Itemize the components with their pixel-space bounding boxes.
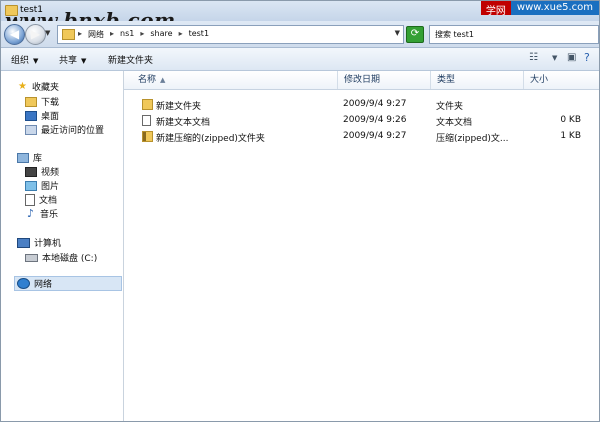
file-date: 2009/9/4 9:26 bbox=[343, 115, 407, 125]
network-icon bbox=[17, 278, 30, 289]
breadcrumb: ▸ 网络 ▸ ns1 ▸ share ▸ test1 bbox=[78, 29, 209, 40]
file-row[interactable]: 新建文本文档 2009/9/4 9:26 文本文档 0 KB bbox=[124, 113, 599, 128]
sort-ascending-icon: ▲ bbox=[160, 76, 166, 84]
file-name: 新建压缩的(zipped)文件夹 bbox=[156, 134, 265, 144]
nav-label: 下载 bbox=[41, 98, 60, 108]
nav-music[interactable]: ♪ 音乐 bbox=[25, 206, 59, 221]
share-button[interactable]: 共享 ▼ bbox=[59, 53, 86, 66]
new-folder-button[interactable]: 新建文件夹 bbox=[108, 53, 153, 66]
explorer-window: test1 www.bnxb.com 学网 www.xue5.com ◀ ▶ ▼… bbox=[0, 0, 600, 422]
downloads-folder-icon bbox=[25, 96, 37, 107]
help-icon[interactable]: ? bbox=[584, 51, 590, 65]
recent-pages-dropdown-icon[interactable]: ▼ bbox=[45, 29, 50, 37]
documents-icon bbox=[25, 193, 35, 206]
breadcrumb-separator: ▸ bbox=[78, 29, 83, 38]
file-date: 2009/9/4 9:27 bbox=[343, 131, 407, 141]
file-date: 2009/9/4 9:27 bbox=[343, 99, 407, 109]
nav-documents[interactable]: 文档 bbox=[25, 193, 57, 206]
file-size: 1 KB bbox=[560, 131, 581, 141]
column-header-type[interactable]: 类型 bbox=[431, 71, 524, 89]
nav-videos[interactable]: 视频 bbox=[25, 165, 59, 178]
share-label: 共享 bbox=[59, 56, 78, 66]
column-header-size[interactable]: 大小 bbox=[524, 71, 599, 89]
file-name: 新建文件夹 bbox=[156, 102, 202, 112]
command-bar: 组织 ▼ 共享 ▼ 新建文件夹 ☷ ▼ ▣ ? bbox=[1, 48, 599, 71]
file-type: 文件夹 bbox=[436, 102, 464, 112]
column-header-date[interactable]: 修改日期 bbox=[338, 71, 431, 89]
nav-label: 音乐 bbox=[40, 210, 59, 220]
nav-label: 桌面 bbox=[41, 112, 60, 122]
search-input[interactable]: 搜索 test1 bbox=[429, 25, 599, 44]
column-label: 名称 bbox=[138, 75, 157, 85]
file-type: 压缩(zipped)文... bbox=[436, 134, 509, 144]
disk-icon bbox=[25, 253, 38, 262]
file-size: 0 KB bbox=[560, 115, 581, 125]
nav-label: 本地磁盘 (C:) bbox=[42, 254, 98, 264]
watermark-right-b: www.xue5.com bbox=[510, 1, 599, 15]
nav-network[interactable]: 网络 bbox=[14, 276, 122, 291]
chevron-down-icon: ▼ bbox=[81, 57, 87, 65]
watermark-right-a: 学网 bbox=[480, 1, 511, 17]
chevron-down-icon: ▼ bbox=[33, 57, 39, 65]
breadcrumb-test1[interactable]: test1 bbox=[189, 29, 209, 40]
music-icon: ♪ bbox=[26, 206, 35, 220]
zip-folder-icon bbox=[142, 131, 153, 142]
nav-computer[interactable]: 计算机 bbox=[17, 236, 61, 249]
nav-label: 文档 bbox=[39, 196, 58, 206]
folder-icon bbox=[142, 99, 153, 110]
forward-button[interactable]: ▶ bbox=[25, 24, 46, 45]
preview-pane-icon[interactable]: ▣ bbox=[567, 52, 576, 66]
nav-downloads[interactable]: 下载 bbox=[25, 95, 59, 108]
watermark-right: 学网 www.xue5.com bbox=[480, 1, 599, 17]
breadcrumb-share[interactable]: share bbox=[150, 29, 172, 40]
title-bar: test1 www.bnxb.com 学网 www.xue5.com bbox=[1, 1, 599, 32]
star-icon: ★ bbox=[18, 80, 27, 92]
file-row[interactable]: 新建压缩的(zipped)文件夹 2009/9/4 9:27 压缩(zipped… bbox=[124, 129, 599, 144]
recent-places-icon bbox=[25, 124, 37, 135]
desktop-icon bbox=[25, 110, 37, 121]
nav-label: 计算机 bbox=[34, 239, 62, 249]
address-row: ◀ ▶ ▼ ▸ 网络 ▸ ns1 ▸ share ▸ test1 ▼ ⟳ 搜索 … bbox=[1, 21, 599, 48]
breadcrumb-ns1[interactable]: ns1 bbox=[120, 29, 134, 40]
nav-favorites[interactable]: ★ 收藏夹 bbox=[17, 80, 59, 93]
breadcrumb-separator[interactable]: ▸ bbox=[110, 29, 114, 40]
address-dropdown-icon[interactable]: ▼ bbox=[395, 29, 400, 37]
nav-desktop[interactable]: 桌面 bbox=[25, 109, 59, 122]
nav-label: 视频 bbox=[41, 168, 60, 178]
address-bar[interactable]: ▸ 网络 ▸ ns1 ▸ share ▸ test1 ▼ bbox=[57, 25, 404, 44]
file-row[interactable]: 新建文件夹 2009/9/4 9:27 文件夹 bbox=[124, 97, 599, 112]
videos-icon bbox=[25, 166, 37, 177]
breadcrumb-separator[interactable]: ▸ bbox=[179, 29, 183, 40]
nav-pictures[interactable]: 图片 bbox=[25, 179, 59, 192]
nav-label: 最近访问的位置 bbox=[41, 126, 105, 136]
search-text: 搜索 test1 bbox=[435, 30, 474, 39]
nav-label: 库 bbox=[33, 154, 43, 164]
column-header-row: 名称 ▲ 修改日期 类型 大小 bbox=[124, 71, 599, 90]
libraries-icon bbox=[17, 152, 29, 163]
navigation-pane: ★ 收藏夹 下载 桌面 最近访问的位置 库 视频 图片 文档 ♪ 音乐 计算机 … bbox=[1, 71, 124, 421]
refresh-button[interactable]: ⟳ bbox=[406, 26, 424, 43]
nav-label: 收藏夹 bbox=[32, 83, 60, 93]
pictures-icon bbox=[25, 180, 37, 191]
nav-libraries[interactable]: 库 bbox=[17, 151, 42, 164]
back-button[interactable]: ◀ bbox=[4, 24, 25, 45]
organize-button[interactable]: 组织 ▼ bbox=[11, 53, 38, 66]
chevron-down-icon[interactable]: ▼ bbox=[552, 54, 557, 68]
view-options-icon[interactable]: ☷ bbox=[529, 52, 538, 66]
file-name: 新建文本文档 bbox=[156, 118, 211, 128]
nav-recent-places[interactable]: 最近访问的位置 bbox=[25, 123, 104, 136]
breadcrumb-network[interactable]: 网络 bbox=[88, 29, 104, 40]
text-file-icon bbox=[142, 115, 151, 126]
computer-icon bbox=[17, 237, 30, 248]
column-header-name[interactable]: 名称 ▲ bbox=[124, 71, 338, 89]
organize-label: 组织 bbox=[11, 56, 30, 66]
file-type: 文本文档 bbox=[436, 118, 473, 128]
folder-icon bbox=[62, 29, 75, 40]
file-list: 名称 ▲ 修改日期 类型 大小 新建文件夹 2009/9/4 9:27 文件夹 新… bbox=[124, 71, 599, 421]
nav-local-disk[interactable]: 本地磁盘 (C:) bbox=[25, 251, 97, 264]
breadcrumb-separator[interactable]: ▸ bbox=[140, 29, 144, 40]
nav-label: 图片 bbox=[41, 182, 60, 192]
nav-label: 网络 bbox=[34, 280, 53, 290]
